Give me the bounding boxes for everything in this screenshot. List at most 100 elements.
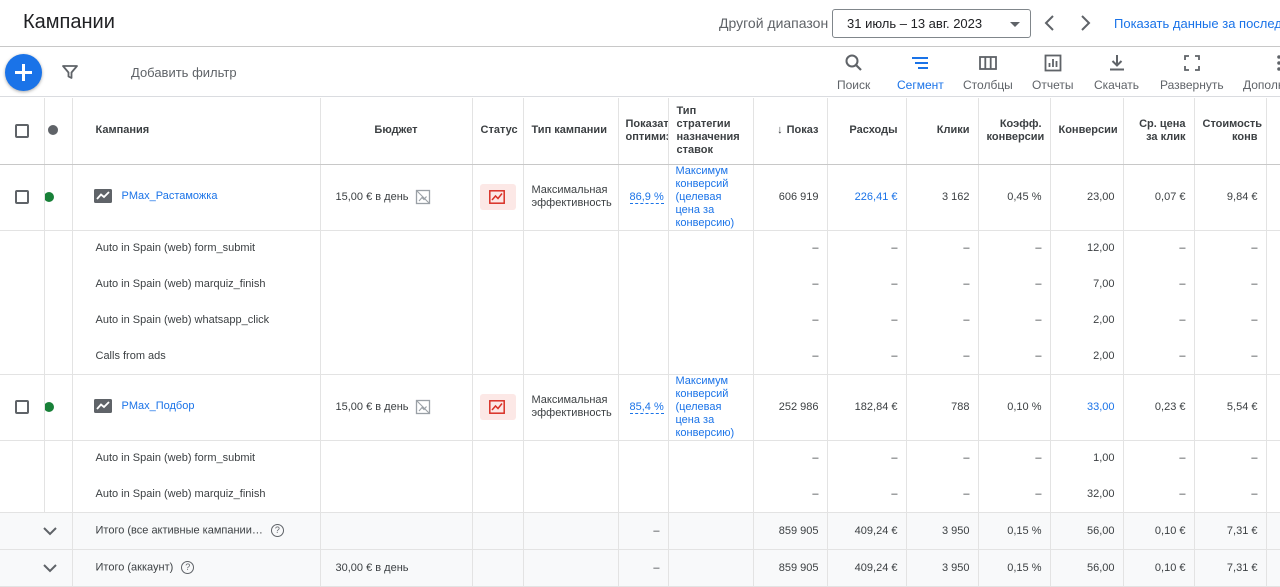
- cost-cell: –: [827, 302, 907, 338]
- cost-conv-cell: 9,84 €: [1194, 164, 1267, 231]
- row-status-cell: [44, 164, 73, 231]
- col-clicks[interactable]: Клики: [906, 98, 979, 165]
- download-tool-button[interactable]: Скачать: [1094, 53, 1139, 92]
- row-checkbox[interactable]: [14, 190, 29, 204]
- download-icon: [1109, 55, 1124, 71]
- cost-cell[interactable]: 226,41 €: [827, 164, 907, 231]
- campaign-name-link[interactable]: PMax_Растаможка: [122, 190, 218, 202]
- totals-label-cell: Итого (аккаунт)?: [72, 549, 321, 587]
- segment-name: Auto in Spain (web) marquiz_finish: [72, 476, 321, 513]
- columns-tool-button[interactable]: Столбцы: [963, 53, 1013, 92]
- columns-tool-label: Столбцы: [963, 78, 1013, 92]
- more-tool-button[interactable]: Дополнительно: [1243, 53, 1280, 92]
- avg-cpc-cell: –: [1123, 338, 1195, 375]
- conv-rate-cell: –: [978, 302, 1051, 338]
- segment-tool-button[interactable]: Сегмент: [897, 53, 944, 92]
- budget-insight-icon[interactable]: [415, 399, 431, 415]
- segment-row: Auto in Spain (web) whatsapp_click – – –…: [0, 302, 1280, 338]
- conversions-cell: 2,00: [1050, 338, 1124, 375]
- page-header: Кампании Другой диапазон 31 июль – 13 ав…: [0, 0, 1280, 47]
- clicks-cell: –: [906, 440, 979, 476]
- segment-name: Auto in Spain (web) form_submit: [72, 440, 321, 476]
- expand-tool-button[interactable]: Развернуть: [1160, 53, 1224, 92]
- columns-icon: [979, 56, 997, 70]
- clicks-cell: 3 162: [906, 164, 979, 231]
- bid-strategy-link[interactable]: Максимум конверсий (целевая цена за конв…: [668, 374, 754, 441]
- row-checkbox[interactable]: [14, 400, 29, 414]
- status-chip[interactable]: [479, 184, 516, 210]
- campaign-name-link[interactable]: PMax_Подбор: [122, 400, 195, 412]
- clicks-cell: –: [906, 338, 979, 375]
- cost-cell: –: [827, 338, 907, 375]
- impressions-cell: –: [753, 440, 828, 476]
- budget-value[interactable]: 15,00 € в день: [336, 191, 409, 203]
- budget-insight-icon[interactable]: [415, 189, 431, 205]
- expand-tool-label: Развернуть: [1160, 78, 1224, 92]
- budget-value[interactable]: 15,00 € в день: [336, 401, 409, 413]
- help-icon[interactable]: ?: [270, 524, 284, 537]
- col-cost[interactable]: Расходы: [827, 98, 907, 165]
- conversions-cell[interactable]: 33,00: [1050, 374, 1124, 441]
- expand-cell: [0, 512, 73, 550]
- chevron-down-icon[interactable]: [41, 525, 59, 537]
- row-status-cell: [44, 374, 73, 441]
- expand-icon: [1183, 55, 1200, 71]
- conversions-cell: 2,00: [1050, 302, 1124, 338]
- enabled-status-dot[interactable]: [44, 402, 54, 413]
- add-filter-button[interactable]: Добавить фильтр: [131, 65, 237, 80]
- col-cost-conv[interactable]: Стоимость конв: [1194, 98, 1267, 165]
- cost-conv-cell: 5,54 €: [1194, 374, 1267, 441]
- impressions-cell: –: [753, 266, 828, 302]
- clicks-cell: 3 950: [906, 512, 979, 550]
- optimization-score-link[interactable]: 86,9 %: [629, 191, 664, 204]
- col-budget[interactable]: Бюджет: [320, 98, 473, 165]
- col-status[interactable]: Статус: [472, 98, 524, 165]
- campaign-row[interactable]: PMax_Растаможка 15,00 € в день Максималь…: [0, 164, 1280, 231]
- conv-rate-cell: –: [978, 266, 1051, 302]
- budget-cell: [320, 512, 473, 550]
- reports-icon: [1044, 54, 1062, 72]
- status-chip[interactable]: [479, 394, 516, 420]
- conv-rate-cell: 0,15 %: [978, 549, 1051, 587]
- col-bid-strategy[interactable]: Тип стратегии назначения ставок: [668, 98, 754, 165]
- campaign-row[interactable]: PMax_Подбор 15,00 € в день Максимальная …: [0, 374, 1280, 441]
- filter-icon[interactable]: [61, 63, 79, 81]
- bid-strategy-link[interactable]: Максимум конверсий (целевая цена за конв…: [668, 164, 754, 231]
- date-range-select[interactable]: 31 июль – 13 авг. 2023: [832, 9, 1031, 38]
- status-dot-header: [44, 98, 73, 165]
- col-campaign-type[interactable]: Тип кампании: [523, 98, 619, 165]
- budget-cell: 15,00 € в день: [320, 374, 473, 441]
- col-conv-rate[interactable]: Коэфф. конверсии: [978, 98, 1051, 165]
- chevron-down-icon: [1010, 22, 1020, 27]
- chevron-left-icon[interactable]: [1040, 12, 1060, 34]
- col-optimization[interactable]: Показатель оптимизации: [618, 98, 669, 165]
- reports-tool-button[interactable]: Отчеты: [1032, 53, 1073, 92]
- col-impressions[interactable]: ↓ Показ: [753, 98, 828, 165]
- optimization-cell: –: [618, 549, 669, 587]
- enabled-status-dot[interactable]: [44, 192, 54, 203]
- chevron-down-icon[interactable]: [41, 562, 59, 574]
- select-all-checkbox[interactable]: [14, 123, 29, 138]
- impressions-cell: –: [753, 476, 828, 513]
- status-filter-dot[interactable]: [47, 125, 58, 136]
- search-icon: [845, 54, 862, 71]
- compare-period-link[interactable]: Показать данные за последние: [1114, 16, 1280, 31]
- impressions-cell: –: [753, 230, 828, 266]
- help-icon[interactable]: ?: [181, 561, 195, 574]
- search-tool-button[interactable]: Поиск: [837, 53, 870, 92]
- avg-cpc-cell: –: [1123, 230, 1195, 266]
- impressions-cell: 606 919: [753, 164, 828, 231]
- col-avg-cpc[interactable]: Ср. цена за клик: [1123, 98, 1195, 165]
- optimization-score-link[interactable]: 85,4 %: [629, 401, 664, 414]
- cost-cell: 182,84 €: [827, 374, 907, 441]
- col-conversions[interactable]: Конверсии: [1050, 98, 1124, 165]
- segment-name: Auto in Spain (web) form_submit: [72, 230, 321, 266]
- range-label: Другой диапазон: [719, 15, 829, 31]
- col-campaign[interactable]: Кампания: [72, 98, 321, 165]
- pmax-campaign-icon: [93, 398, 112, 413]
- add-campaign-button[interactable]: [5, 54, 42, 91]
- page-title: Кампании: [23, 11, 115, 33]
- chevron-right-icon[interactable]: [1075, 12, 1095, 34]
- conv-rate-cell: –: [978, 476, 1051, 513]
- avg-cpc-cell: 0,07 €: [1123, 164, 1195, 231]
